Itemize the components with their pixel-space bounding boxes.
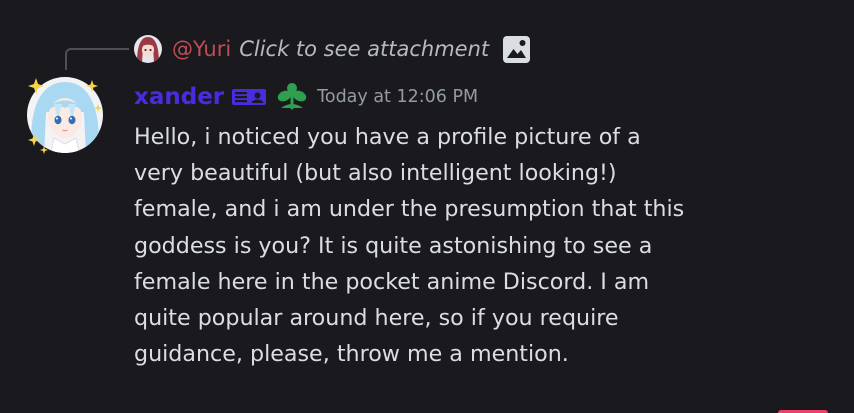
- reply-author-name[interactable]: @Yuri: [172, 37, 231, 61]
- message-timestamp[interactable]: Today at 12:06 PM: [317, 87, 478, 107]
- reply-preview-text[interactable]: Click to see attachment: [239, 37, 489, 61]
- user-avatar[interactable]: [24, 74, 106, 156]
- image-icon: [503, 35, 531, 63]
- reply-connector-line: [65, 48, 129, 70]
- message-content: Hello, i noticed you have a profile pict…: [134, 124, 685, 368]
- reply-reference[interactable]: @Yuri Click to see attachment: [134, 33, 532, 65]
- green-sprout-badge-icon[interactable]: [275, 81, 309, 113]
- reply-avatar[interactable]: [134, 35, 162, 63]
- id-card-badge-icon[interactable]: [231, 87, 267, 107]
- username[interactable]: xander: [134, 84, 224, 110]
- message-header: xander Today at 12:06 PM: [134, 80, 478, 114]
